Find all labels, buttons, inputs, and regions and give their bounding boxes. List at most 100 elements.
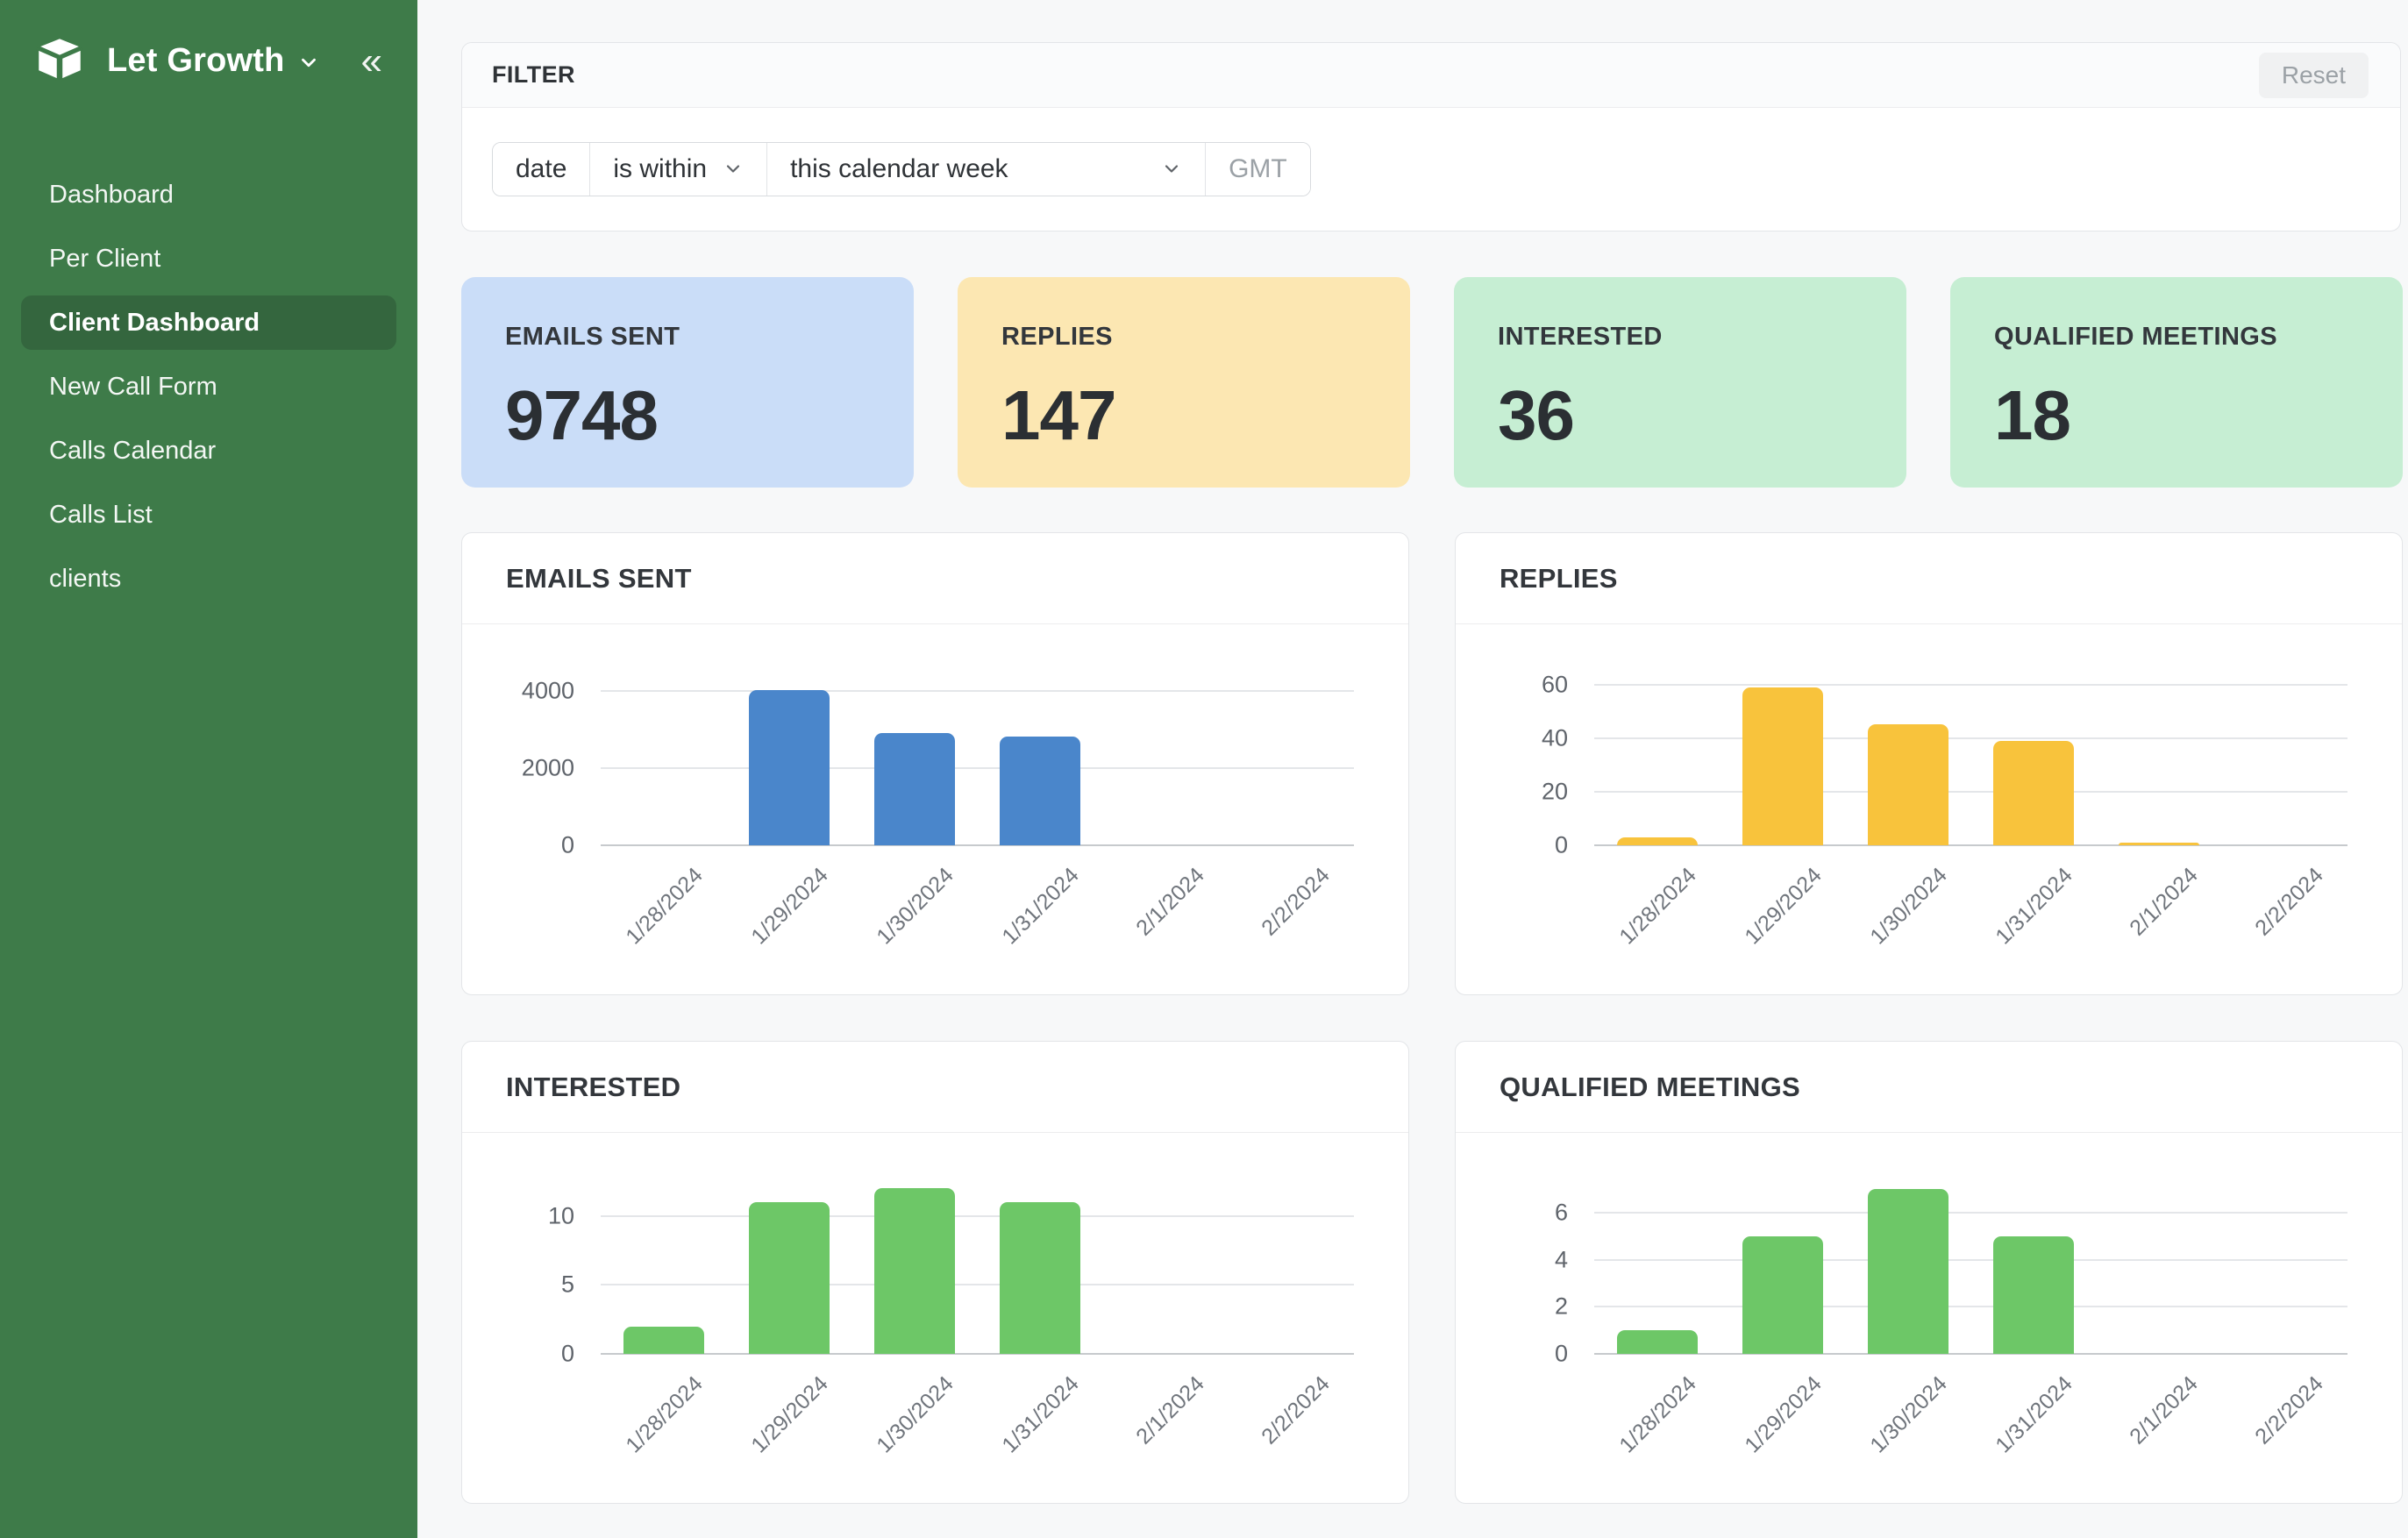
bar bbox=[1993, 741, 2074, 845]
gridline bbox=[1594, 844, 2347, 846]
chart-title: REPLIES bbox=[1500, 563, 1618, 595]
y-axis-tick-label: 4000 bbox=[469, 678, 574, 705]
sidebar-item-calls-calendar[interactable]: Calls Calendar bbox=[21, 424, 396, 478]
sidebar-item-new-call-form[interactable]: New Call Form bbox=[21, 360, 396, 414]
filter-timezone-label: GMT bbox=[1205, 143, 1310, 196]
filter-operator-select[interactable]: is within bbox=[589, 143, 766, 196]
plot-area: 02040601/28/20241/29/20241/30/20241/31/2… bbox=[1594, 652, 2347, 845]
x-axis-tick-label: 2/2/2024 bbox=[1206, 1371, 1336, 1501]
y-axis-tick-label: 20 bbox=[1463, 778, 1568, 805]
x-axis-tick-label: 1/31/2024 bbox=[1948, 1371, 2078, 1501]
filter-title: FILTER bbox=[492, 61, 575, 89]
plot-area: 0200040001/28/20241/29/20241/30/20241/31… bbox=[601, 652, 1354, 845]
x-axis-tick-label: 2/2/2024 bbox=[1206, 863, 1336, 993]
sidebar-item-client-dashboard[interactable]: Client Dashboard bbox=[21, 295, 396, 350]
sidebar-item-label: Client Dashboard bbox=[49, 309, 260, 338]
y-axis-tick-label: 4 bbox=[1463, 1246, 1568, 1273]
bar bbox=[1868, 1189, 1948, 1354]
x-axis-tick-label: 2/1/2024 bbox=[2074, 1371, 2204, 1501]
x-axis-tick-label: 1/28/2024 bbox=[578, 863, 708, 993]
logo-row: Let Growth « bbox=[0, 0, 417, 87]
y-axis-tick-label: 60 bbox=[1463, 671, 1568, 698]
y-axis-tick-label: 40 bbox=[1463, 724, 1568, 751]
chart-title: EMAILS SENT bbox=[506, 563, 692, 595]
collapse-sidebar-icon[interactable]: « bbox=[361, 42, 382, 81]
y-axis-tick-label: 2 bbox=[1463, 1293, 1568, 1321]
chevron-down-icon bbox=[723, 156, 744, 186]
chart-header: INTERESTED bbox=[462, 1042, 1408, 1133]
kpi-card-interested: INTERESTED 36 bbox=[1454, 277, 1906, 488]
chart-header: REPLIES bbox=[1456, 533, 2402, 624]
y-axis-tick-label: 10 bbox=[469, 1202, 574, 1229]
x-axis-tick-label: 1/30/2024 bbox=[1823, 1371, 1953, 1501]
y-axis-tick-label: 0 bbox=[469, 832, 574, 859]
sidebar-item-per-client[interactable]: Per Client bbox=[21, 231, 396, 286]
bar bbox=[874, 733, 955, 845]
sidebar-item-clients[interactable]: clients bbox=[21, 552, 396, 606]
gridline bbox=[1594, 1212, 2347, 1214]
filter-card: FILTER Reset date is within this calenda… bbox=[461, 42, 2401, 231]
filter-field-segment[interactable]: date bbox=[493, 143, 589, 196]
bar bbox=[1617, 1330, 1698, 1354]
chart-title: QUALIFIED MEETINGS bbox=[1500, 1072, 1800, 1103]
filter-condition-control: date is within this calendar week GMT bbox=[492, 142, 1311, 196]
sidebar-item-calls-list[interactable]: Calls List bbox=[21, 488, 396, 542]
bar bbox=[623, 1327, 704, 1354]
kpi-card-qualified-meetings: QUALIFIED MEETINGS 18 bbox=[1950, 277, 2403, 488]
filter-operator-label: is within bbox=[613, 154, 707, 184]
x-axis-tick-label: 1/28/2024 bbox=[578, 1371, 708, 1501]
bar bbox=[1742, 1236, 1823, 1354]
sidebar-item-label: clients bbox=[49, 565, 121, 594]
gridline bbox=[601, 844, 1354, 846]
bar bbox=[1617, 837, 1698, 845]
filter-body: date is within this calendar week GMT bbox=[462, 108, 2400, 231]
kpi-value: 18 bbox=[1994, 381, 2359, 451]
y-axis-tick-label: 6 bbox=[1463, 1200, 1568, 1227]
logo-icon bbox=[33, 35, 86, 87]
main-content: FILTER Reset date is within this calenda… bbox=[417, 0, 2408, 1504]
plot-area: 02461/28/20241/29/20241/30/20241/31/2024… bbox=[1594, 1161, 2347, 1354]
filter-value-select[interactable]: this calendar week bbox=[766, 143, 1205, 196]
gridline bbox=[601, 767, 1354, 769]
sidebar-item-label: Calls Calendar bbox=[49, 437, 216, 466]
sidebar-item-dashboard[interactable]: Dashboard bbox=[21, 167, 396, 222]
x-axis-tick-label: 1/31/2024 bbox=[955, 863, 1085, 993]
gridline bbox=[1594, 737, 2347, 739]
bar bbox=[1993, 1236, 2074, 1354]
x-axis-tick-label: 2/1/2024 bbox=[2074, 863, 2204, 993]
y-axis-tick-label: 2000 bbox=[469, 755, 574, 782]
x-axis-tick-label: 2/1/2024 bbox=[1080, 863, 1210, 993]
kpi-label: REPLIES bbox=[1001, 323, 1366, 352]
x-axis-tick-label: 2/1/2024 bbox=[1080, 1371, 1210, 1501]
kpi-value: 147 bbox=[1001, 381, 1366, 451]
sidebar-item-label: Calls List bbox=[49, 501, 153, 530]
gridline bbox=[601, 1284, 1354, 1285]
y-axis-tick-label: 5 bbox=[469, 1271, 574, 1299]
bar bbox=[2119, 843, 2199, 845]
sidebar-item-label: New Call Form bbox=[49, 373, 217, 402]
sidebar-nav: Dashboard Per Client Client Dashboard Ne… bbox=[0, 167, 417, 606]
plot-area: 05101/28/20241/29/20241/30/20241/31/2024… bbox=[601, 1161, 1354, 1354]
chart-card-qualified-meetings: QUALIFIED MEETINGS 02461/28/20241/29/202… bbox=[1455, 1041, 2403, 1504]
gridline bbox=[601, 690, 1354, 692]
chevron-down-icon[interactable] bbox=[297, 51, 320, 78]
filter-value-label: this calendar week bbox=[790, 154, 1008, 184]
x-axis-tick-label: 1/30/2024 bbox=[1823, 863, 1953, 993]
chart-card-replies: REPLIES 02040601/28/20241/29/20241/30/20… bbox=[1455, 532, 2403, 995]
x-axis-tick-label: 1/31/2024 bbox=[955, 1371, 1085, 1501]
gridline bbox=[1594, 791, 2347, 793]
kpi-label: QUALIFIED MEETINGS bbox=[1994, 323, 2359, 352]
y-axis-tick-label: 0 bbox=[1463, 1341, 1568, 1368]
x-axis-tick-label: 1/28/2024 bbox=[1571, 863, 1701, 993]
x-axis-tick-label: 1/28/2024 bbox=[1571, 1371, 1701, 1501]
gridline bbox=[1594, 1353, 2347, 1355]
charts-grid: EMAILS SENT 0200040001/28/20241/29/20241… bbox=[461, 532, 2403, 1504]
bar bbox=[1000, 737, 1080, 845]
x-axis-tick-label: 1/30/2024 bbox=[830, 1371, 959, 1501]
reset-button[interactable]: Reset bbox=[2259, 53, 2369, 98]
x-axis-tick-label: 2/2/2024 bbox=[2199, 1371, 2329, 1501]
workspace-title[interactable]: Let Growth bbox=[107, 42, 285, 80]
bar bbox=[1000, 1202, 1080, 1354]
kpi-value: 9748 bbox=[505, 381, 870, 451]
x-axis-tick-label: 1/29/2024 bbox=[703, 1371, 833, 1501]
